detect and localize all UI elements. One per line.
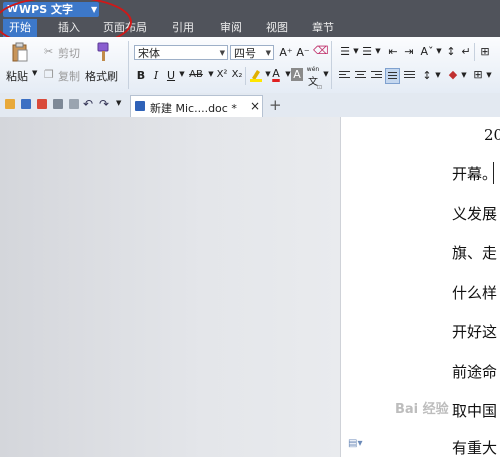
watermark-text: Bai 经验 — [395, 402, 449, 417]
clear-format-icon[interactable]: ⌫ — [313, 44, 329, 57]
doc-line-2: 开幕。 — [452, 165, 498, 183]
tab-references[interactable]: 引用 — [172, 19, 194, 37]
redo-icon[interactable]: ↷ — [99, 97, 109, 111]
text-cursor — [493, 162, 494, 184]
font-size-value: 四号 — [234, 47, 256, 60]
tab-view[interactable]: 视图 — [266, 19, 288, 37]
tab-chapter[interactable]: 章节 — [312, 19, 334, 37]
workspace-background — [0, 117, 340, 457]
align-center-icon[interactable] — [355, 71, 366, 81]
chevron-down-icon[interactable]: ▼ — [116, 99, 121, 107]
chevron-down-icon[interactable]: ▼ — [457, 71, 471, 79]
copy-button[interactable]: 复制 — [58, 68, 80, 84]
export-pdf-icon[interactable] — [37, 99, 47, 109]
divider — [331, 41, 332, 89]
paste-button[interactable]: 粘贴 — [6, 68, 28, 84]
distributed-align-icon[interactable] — [404, 71, 415, 81]
doc-line-6: 开好这 — [452, 323, 498, 341]
doc-line-4: 旗、走 — [452, 244, 498, 262]
doc-line-9: 有重大 — [452, 439, 498, 457]
document-tab-title: 新建 Mic....doc * — [150, 102, 237, 115]
font-dialog-launcher-icon[interactable]: ⊡ — [317, 84, 322, 91]
font-size-select[interactable]: 四号 ▼ — [230, 45, 274, 60]
shrink-font-button[interactable]: A⁻ — [296, 46, 310, 59]
doc-line-7: 前途命 — [452, 363, 498, 381]
chevron-down-icon: ▼ — [219, 49, 225, 57]
phonetic-guide-button[interactable]: wén — [306, 66, 320, 73]
divider — [474, 43, 475, 61]
word-doc-icon — [135, 101, 145, 111]
font-name-value: 宋体 — [138, 47, 160, 60]
show-marks-icon[interactable]: ↵ — [459, 45, 473, 58]
grow-font-button[interactable]: A⁺ — [279, 46, 293, 59]
doc-line-8: 取中国 — [452, 402, 498, 420]
close-icon[interactable]: × — [250, 99, 260, 113]
decrease-indent-icon[interactable]: ⇤ — [386, 45, 400, 58]
chevron-down-icon: ▼ — [265, 49, 271, 57]
sort-icon[interactable]: ↕ — [444, 45, 458, 58]
new-tab-button[interactable]: + — [269, 96, 282, 114]
open-icon[interactable] — [5, 99, 15, 109]
doc-line-1: 20 — [484, 126, 500, 144]
chevron-down-icon[interactable]: ▼ — [482, 71, 496, 79]
subscript-button[interactable]: X₂ — [229, 69, 245, 80]
doc-line-5: 什么样 — [452, 284, 498, 302]
increase-indent-icon[interactable]: ⇥ — [402, 45, 416, 58]
cut-button[interactable]: 剪切 — [58, 45, 80, 61]
chevron-down-icon[interactable]: ▼ — [431, 71, 445, 79]
paste-icon[interactable] — [12, 42, 28, 62]
print-preview-icon[interactable] — [69, 99, 79, 109]
strikethrough-button[interactable]: AB — [187, 69, 205, 80]
save-icon[interactable] — [21, 99, 31, 109]
doc-line-3: 义发展 — [452, 205, 498, 223]
font-name-select[interactable]: 宋体 ▼ — [134, 45, 228, 60]
print-icon[interactable] — [53, 99, 63, 109]
chevron-down-icon[interactable]: ▼ — [371, 47, 385, 55]
bold-button[interactable]: B — [134, 69, 148, 82]
ribbon-toolbar: 粘贴 ▼ ✂ 剪切 ❐ 复制 格式刷 宋体 ▼ 四号 ▼ A⁺ A⁻ ⌫ B I U… — [0, 37, 500, 94]
italic-button[interactable]: I — [149, 69, 163, 82]
copy-icon: ❐ — [44, 68, 54, 81]
format-painter-button[interactable]: 格式刷 — [85, 68, 118, 84]
justify-icon[interactable] — [385, 68, 400, 84]
divider — [245, 67, 246, 85]
paste-dropdown-icon[interactable]: ▼ — [32, 69, 37, 77]
divider — [128, 41, 129, 89]
char-shading-button[interactable]: A — [291, 68, 303, 81]
paste-options-icon[interactable]: ▤▾ — [348, 438, 362, 449]
align-left-icon[interactable] — [339, 71, 350, 81]
scissors-icon: ✂ — [44, 45, 54, 58]
superscript-button[interactable]: X² — [214, 69, 230, 80]
document-tab[interactable]: 新建 Mic....doc * × — [130, 95, 263, 117]
align-right-icon[interactable] — [371, 71, 382, 81]
paragraph-settings-icon[interactable]: ⊞ — [478, 45, 492, 58]
undo-icon[interactable]: ↶ — [83, 97, 93, 111]
format-painter-icon[interactable] — [95, 42, 111, 62]
tab-review[interactable]: 审阅 — [220, 19, 242, 37]
